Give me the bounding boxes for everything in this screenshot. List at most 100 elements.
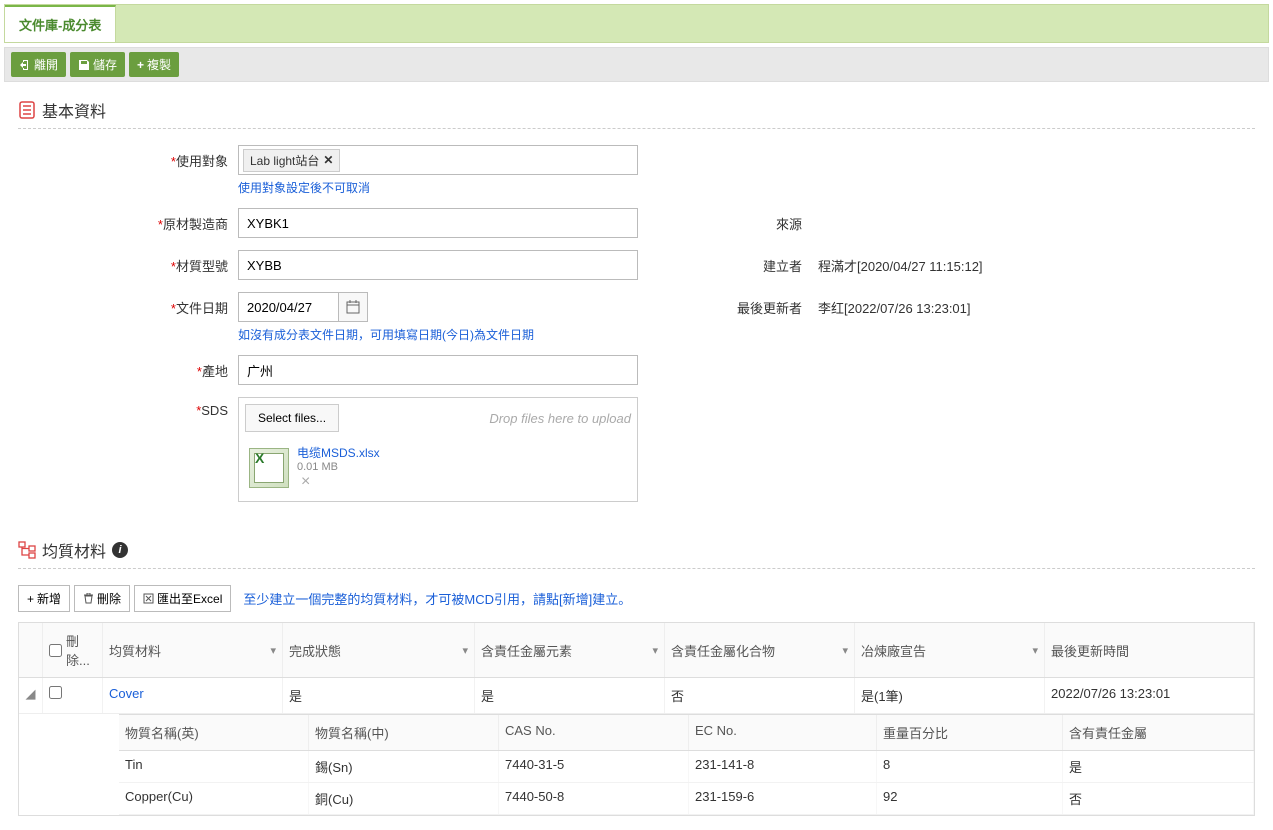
manufacturer-input[interactable] <box>238 208 638 238</box>
target-input[interactable]: Lab light站台 ✕ <box>238 145 638 175</box>
tree-icon <box>18 541 36 559</box>
file-name[interactable]: 电缆MSDS.xlsx <box>297 444 380 461</box>
header-resp-compound[interactable]: 含責任金屬化合物▾ <box>665 623 855 677</box>
sub-cas: 7440-50-8 <box>499 783 689 814</box>
chip-remove-icon[interactable]: ✕ <box>323 153 333 167</box>
sub-resp: 是 <box>1063 751 1254 782</box>
excel-icon <box>143 593 154 604</box>
select-all-checkbox[interactable] <box>49 644 62 657</box>
target-label: *使用對象 <box>18 145 238 170</box>
leave-button[interactable]: 離開 <box>11 52 66 77</box>
row-checkbox[interactable] <box>49 686 62 699</box>
plus-icon: + <box>137 58 144 72</box>
sub-header-ec[interactable]: EC No. <box>689 715 877 750</box>
select-files-button[interactable]: Select files... <box>245 404 339 432</box>
row-updated: 2022/07/26 13:23:01 <box>1045 678 1254 713</box>
sds-label: *SDS <box>18 397 238 418</box>
delete-button[interactable]: 刪除 <box>74 585 130 612</box>
grid-hint: 至少建立一個完整的均質材料，才可被MCD引用，請點[新增]建立。 <box>243 589 631 608</box>
export-excel-button[interactable]: 匯出至Excel <box>134 585 231 612</box>
copy-label: 複製 <box>147 56 171 73</box>
sub-header-en[interactable]: 物質名稱(英) <box>119 715 309 750</box>
sub-weight: 92 <box>877 783 1063 814</box>
sub-zh: 錫(Sn) <box>309 751 499 782</box>
header-material[interactable]: 均質材料▾ <box>103 623 283 677</box>
header-delete[interactable]: 刪除... <box>43 623 103 677</box>
save-button[interactable]: 儲存 <box>70 52 125 77</box>
row-compound: 否 <box>665 678 855 713</box>
section-basic-title: 基本資料 <box>42 98 106 122</box>
sub-en: Tin <box>119 751 309 782</box>
sub-header-zh[interactable]: 物質名稱(中) <box>309 715 499 750</box>
origin-input[interactable] <box>238 355 638 385</box>
sub-grid: 物質名稱(英) 物質名稱(中) CAS No. EC No. 重量百分比 含有責… <box>119 714 1254 815</box>
toolbar: 離開 儲存 + 複製 <box>4 47 1269 82</box>
origin-label: *產地 <box>18 355 238 380</box>
sub-row: Copper(Cu)銅(Cu)7440-50-8231-159-692否 <box>119 783 1254 815</box>
material-link[interactable]: Cover <box>109 686 144 701</box>
calendar-button[interactable] <box>338 292 368 322</box>
sub-row: Tin錫(Sn)7440-31-5231-141-88是 <box>119 751 1254 783</box>
source-label: 來源 <box>638 208 818 233</box>
file-item: 电缆MSDS.xlsx 0.01 MB × <box>245 440 631 495</box>
section-materials-header: 均質材料 i <box>18 532 1255 568</box>
header-updated[interactable]: 最後更新時間 <box>1045 623 1254 677</box>
leave-label: 離開 <box>34 56 58 73</box>
date-help: 如沒有成分表文件日期，可用填寫日期(今日)為文件日期 <box>238 326 638 343</box>
row-status: 是 <box>283 678 475 713</box>
filter-icon[interactable]: ▾ <box>842 644 848 657</box>
updater-label: 最後更新者 <box>638 292 818 317</box>
copy-button[interactable]: + 複製 <box>129 52 179 77</box>
sub-header: 物質名稱(英) 物質名稱(中) CAS No. EC No. 重量百分比 含有責… <box>119 714 1254 751</box>
calendar-icon <box>346 300 360 314</box>
upload-box: Select files... Drop files here to uploa… <box>238 397 638 502</box>
date-label: *文件日期 <box>18 292 238 317</box>
sub-header-weight[interactable]: 重量百分比 <box>877 715 1063 750</box>
model-input[interactable] <box>238 250 638 280</box>
target-chip: Lab light站台 ✕ <box>243 149 340 172</box>
filter-icon[interactable]: ▾ <box>270 644 276 657</box>
creator-label: 建立者 <box>638 250 818 275</box>
save-icon <box>78 59 90 71</box>
save-label: 儲存 <box>93 56 117 73</box>
info-icon[interactable]: i <box>112 542 128 558</box>
sub-weight: 8 <box>877 751 1063 782</box>
file-size: 0.01 MB <box>297 461 380 473</box>
updater-value: 李红[2022/07/26 13:23:01] <box>818 292 971 317</box>
filter-icon[interactable]: ▾ <box>462 644 468 657</box>
sub-header-cas[interactable]: CAS No. <box>499 715 689 750</box>
tab-composition[interactable]: 文件庫-成分表 <box>5 5 116 42</box>
sub-header-resp[interactable]: 含有責任金屬 <box>1063 715 1254 750</box>
sub-resp: 否 <box>1063 783 1254 814</box>
date-input[interactable] <box>238 292 338 322</box>
row-smelter: 是(1筆) <box>855 678 1045 713</box>
creator-value: 程滿才[2020/04/27 11:15:12] <box>818 250 983 275</box>
header-resp-metal[interactable]: 含責任金屬元素▾ <box>475 623 665 677</box>
document-icon <box>18 101 36 119</box>
sub-zh: 銅(Cu) <box>309 783 499 814</box>
sub-cas: 7440-31-5 <box>499 751 689 782</box>
header-status[interactable]: 完成狀態▾ <box>283 623 475 677</box>
sub-ec: 231-159-6 <box>689 783 877 814</box>
file-remove-icon[interactable]: × <box>301 473 380 491</box>
excel-file-icon <box>249 448 289 488</box>
row-expander[interactable]: ◢ <box>19 678 43 713</box>
grid-header: 刪除... 均質材料▾ 完成狀態▾ 含責任金屬元素▾ 含責任金屬化合物▾ 冶煉廠… <box>19 623 1254 678</box>
sub-en: Copper(Cu) <box>119 783 309 814</box>
exit-icon <box>19 59 31 71</box>
filter-icon[interactable]: ▾ <box>652 644 658 657</box>
header-smelter[interactable]: 冶煉廠宣告▾ <box>855 623 1045 677</box>
tab-bar: 文件庫-成分表 <box>4 4 1269 43</box>
target-help: 使用對象設定後不可取消 <box>238 179 638 196</box>
trash-icon <box>83 593 94 604</box>
manufacturer-label: *原材製造商 <box>18 208 238 233</box>
filter-icon[interactable]: ▾ <box>1032 644 1038 657</box>
section-materials-title: 均質材料 <box>42 538 106 562</box>
section-basic-header: 基本資料 <box>18 92 1255 128</box>
row-metal: 是 <box>475 678 665 713</box>
drop-hint: Drop files here to upload <box>489 411 631 426</box>
add-button[interactable]: +新增 <box>18 585 70 612</box>
sub-ec: 231-141-8 <box>689 751 877 782</box>
plus-icon: + <box>27 592 34 606</box>
model-label: *材質型號 <box>18 250 238 275</box>
